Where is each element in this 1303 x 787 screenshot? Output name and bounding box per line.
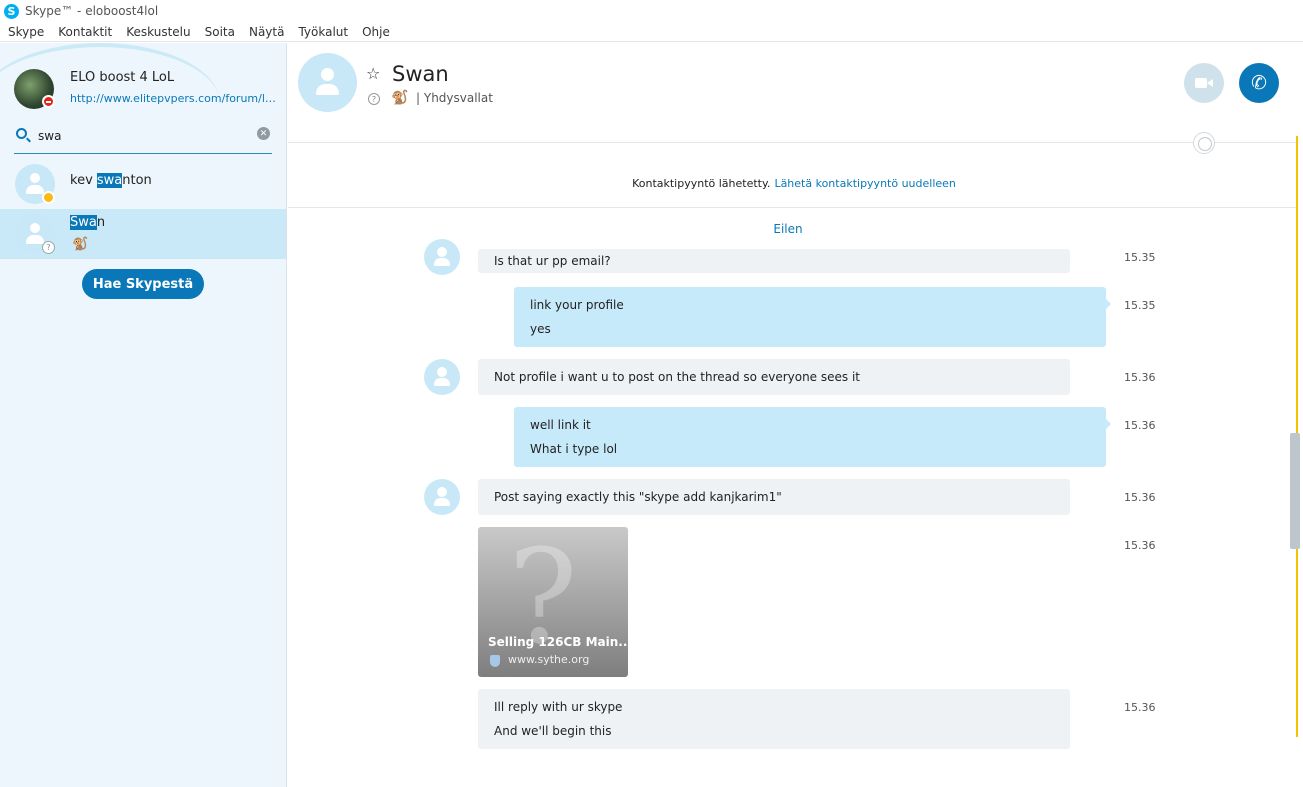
clear-search-icon[interactable]: ✕ — [257, 127, 270, 140]
menu-soita[interactable]: Soita — [205, 25, 235, 39]
shield-icon — [490, 655, 500, 667]
contact-result-swan[interactable]: ? Swan 🐒 — [0, 209, 286, 259]
sender-avatar[interactable] — [424, 479, 460, 515]
search-input[interactable] — [38, 125, 248, 147]
message-time: 15.35 — [1124, 251, 1156, 264]
contact-request-text: Kontaktipyyntö lähetetty. — [632, 177, 771, 190]
dnd-status-icon[interactable] — [42, 95, 55, 108]
contact-avatar-large[interactable] — [298, 53, 357, 112]
day-separator: Eilen — [773, 222, 803, 236]
monkey-emoticon-icon: 🐒 — [391, 90, 409, 106]
sidebar: ELO boost 4 LoL http://www.elitepvpers.c… — [0, 43, 287, 787]
menu-kontaktit[interactable]: Kontaktit — [58, 25, 112, 39]
video-call-button[interactable] — [1184, 63, 1224, 103]
link-domain: www.sythe.org — [508, 653, 590, 666]
away-status-icon — [42, 191, 55, 204]
menu-ohje[interactable]: Ohje — [362, 25, 390, 39]
profile-mood-link[interactable]: http://www.elitepvpers.com/forum/le... — [70, 92, 276, 105]
favorite-star-icon[interactable]: ☆ — [366, 64, 380, 83]
search-icon — [16, 128, 27, 139]
message-time: 15.36 — [1124, 701, 1156, 714]
message-incoming[interactable]: Ill reply with ur skype And we'll begin … — [478, 689, 1070, 749]
menu-tyokalut[interactable]: Työkalut — [298, 25, 348, 39]
message-outgoing[interactable]: link your profile yes — [514, 287, 1111, 347]
contact-name: Swan — [70, 215, 106, 230]
profile-name[interactable]: ELO boost 4 LoL — [70, 70, 174, 85]
message-time: 15.36 — [1124, 491, 1156, 504]
window-title: Skype™ - eloboost4lol — [25, 4, 159, 18]
unknown-status-icon: ? — [42, 241, 55, 254]
contact-request-banner: Kontaktipyyntö lähetetty. Lähetä kontakt… — [288, 144, 1300, 208]
search-highlight: swa — [96, 173, 123, 188]
conversation-pane: ☆ Swan ? 🐒 | Yhdysvallat ✆ Kontaktipyynt… — [288, 43, 1303, 787]
message-time: 15.36 — [1124, 539, 1156, 552]
message-time: 15.35 — [1124, 299, 1156, 312]
sender-avatar[interactable] — [424, 359, 460, 395]
search-highlight: Swa — [70, 215, 97, 230]
scrollbar-thumb[interactable] — [1290, 433, 1300, 549]
search-skype-button[interactable]: Hae Skypestä — [82, 269, 204, 299]
monkey-emoticon-icon: 🐒 — [72, 237, 89, 252]
resend-contact-request-link[interactable]: Lähetä kontaktipyyntö uudelleen — [774, 177, 955, 190]
sender-avatar[interactable] — [424, 239, 460, 275]
title-bar: S Skype™ - eloboost4lol — [0, 0, 1303, 22]
message-time: 15.36 — [1124, 419, 1156, 432]
menu-bar: Skype Kontaktit Keskustelu Soita Näytä T… — [0, 22, 1303, 42]
message-time: 15.36 — [1124, 371, 1156, 384]
message-incoming[interactable]: Is that ur pp email? — [478, 249, 1070, 273]
menu-skype[interactable]: Skype — [8, 25, 44, 39]
contact-location: | Yhdysvallat — [416, 91, 493, 105]
conversation-header: ☆ Swan ? 🐒 | Yhdysvallat ✆ — [288, 43, 1300, 154]
menu-keskustelu[interactable]: Keskustelu — [126, 25, 190, 39]
call-button[interactable]: ✆ — [1239, 63, 1279, 103]
contact-name: kev swanton — [70, 173, 152, 188]
link-title: Selling 126CB Main... — [488, 635, 628, 649]
search-box: ✕ — [14, 121, 272, 154]
my-profile[interactable]: ELO boost 4 LoL http://www.elitepvpers.c… — [14, 67, 284, 111]
menu-nayta[interactable]: Näytä — [249, 25, 285, 39]
skype-logo-icon: S — [4, 3, 19, 19]
message-incoming[interactable]: Not profile i want u to post on the thre… — [478, 359, 1070, 395]
unknown-status-icon: ? — [368, 93, 380, 105]
message-outgoing[interactable]: well link it What i type lol — [514, 407, 1111, 467]
conversation-title: Swan — [392, 62, 449, 86]
contact-result-kev-swanton[interactable]: kev swanton — [0, 159, 286, 209]
question-mark-placeholder-icon: ? — [508, 527, 578, 673]
message-incoming[interactable]: Post saying exactly this "skype add kanj… — [478, 479, 1070, 515]
link-preview-card[interactable]: ? Selling 126CB Main... www.sythe.org — [478, 527, 628, 677]
